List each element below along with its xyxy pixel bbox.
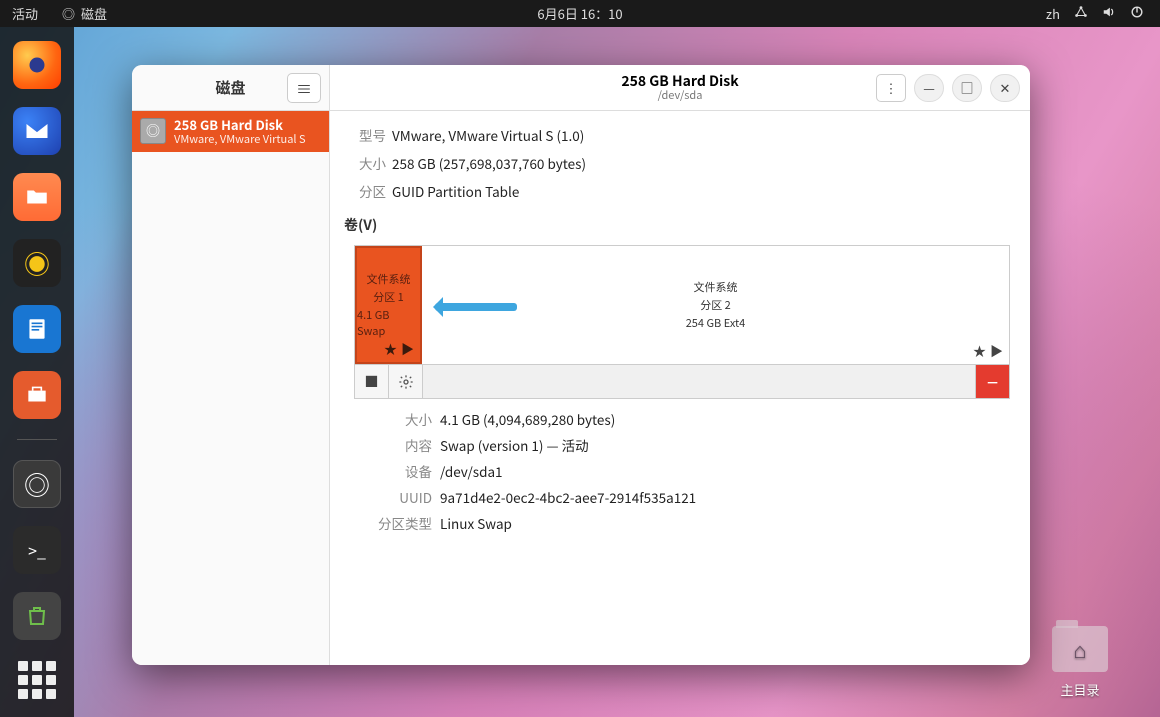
clock[interactable]: 6月6日 16：10 <box>537 4 622 23</box>
star-icon: ★ <box>973 341 986 360</box>
network-icon[interactable] <box>1074 4 1088 23</box>
dock: ◉ ◎ >_ <box>0 27 74 717</box>
vol-swap-l1: 文件系统 <box>367 271 411 287</box>
dock-firefox[interactable] <box>13 41 61 89</box>
main-header: 258 GB Hard Disk /dev/sda ⋮ — □ ✕ <box>330 65 1030 111</box>
toolbar-spacer <box>423 365 975 398</box>
size-label: 大小 <box>342 153 386 173</box>
dock-thunderbird[interactable] <box>13 107 61 155</box>
vol-ext4-l1: 文件系统 <box>694 279 738 295</box>
model-value: VMware, VMware Virtual S (1.0) <box>392 125 1010 145</box>
disk-item-name: 258 GB Hard Disk <box>174 117 306 133</box>
model-label: 型号 <box>342 125 386 145</box>
sidebar-disk-item[interactable]: ◎ 258 GB Hard Disk VMware, VMware Virtua… <box>132 111 329 152</box>
detail-content-value: Swap (version 1) — 活动 <box>440 435 1010 455</box>
sidebar-header: 磁盘 ≡ <box>132 65 329 111</box>
hamburger-menu-button[interactable]: ≡ <box>287 73 321 103</box>
disks-window: 磁盘 ≡ ◎ 258 GB Hard Disk VMware, VMware V… <box>132 65 1030 665</box>
volume-settings-button[interactable] <box>389 365 423 398</box>
star-icon: ★ <box>384 339 397 358</box>
top-bar: 活动 ◎ 磁盘 6月6日 16：10 zh <box>0 0 1160 27</box>
detail-size-label: 大小 <box>354 409 432 429</box>
header-subtitle: /dev/sda <box>621 89 738 102</box>
maximize-button[interactable]: □ <box>952 74 982 102</box>
detail-content-label: 内容 <box>354 435 432 455</box>
disk-icon: ◎ <box>62 4 75 23</box>
detail-size-value: 4.1 GB (4,094,689,280 bytes) <box>440 409 1010 429</box>
drive-info: 型号 VMware, VMware Virtual S (1.0) 大小 258… <box>342 125 1010 201</box>
folder-icon: ⌂ <box>1052 626 1108 672</box>
input-method[interactable]: zh <box>1046 4 1060 23</box>
power-icon[interactable] <box>1130 4 1144 23</box>
size-value: 258 GB (257,698,037,760 bytes) <box>392 153 1010 173</box>
dock-rhythmbox[interactable]: ◉ <box>13 239 61 287</box>
dock-libreoffice-writer[interactable] <box>13 305 61 353</box>
dock-separator <box>17 439 57 440</box>
partitioning-value: GUID Partition Table <box>392 181 1010 201</box>
detail-type-value: Linux Swap <box>440 513 1010 533</box>
vol-ext4-l3: 254 GB Ext4 <box>686 315 746 331</box>
volumes-box: 文件系统 分区 1 4.1 GB Swap ★▶ 文件系统 分区 2 254 G… <box>354 245 1010 399</box>
app-menu-label: 磁盘 <box>81 4 107 23</box>
volume-toolbar: ■ − <box>355 364 1009 398</box>
dock-terminal[interactable]: >_ <box>13 526 61 574</box>
vol-swap-l3: 4.1 GB Swap <box>357 307 420 339</box>
dock-disks[interactable]: ◎ <box>13 460 61 508</box>
vol-ext4-l2: 分区 2 <box>700 297 731 313</box>
minimize-button[interactable]: — <box>914 74 944 102</box>
system-tray: zh <box>1046 4 1160 23</box>
detail-type-label: 分区类型 <box>354 513 432 533</box>
play-icon: ▶ <box>401 339 414 358</box>
volume-icon[interactable] <box>1102 4 1116 23</box>
detail-uuid-label: UUID <box>354 487 432 507</box>
detail-device-label: 设备 <box>354 461 432 481</box>
play-icon: ▶ <box>990 341 1003 360</box>
volume-detail: 大小 4.1 GB (4,094,689,280 bytes) 内容 Swap … <box>354 409 1010 533</box>
main-content: 型号 VMware, VMware Virtual S (1.0) 大小 258… <box>330 111 1030 665</box>
dock-trash[interactable] <box>13 592 61 640</box>
annotation-arrow <box>435 303 517 311</box>
partitioning-label: 分区 <box>342 181 386 201</box>
disks-sidebar: 磁盘 ≡ ◎ 258 GB Hard Disk VMware, VMware V… <box>132 65 330 665</box>
vol-swap-l2: 分区 1 <box>373 289 404 305</box>
detail-uuid-value: 9a71d4e2-0ec2-4bc2-aee7-2914f535a121 <box>440 487 1010 507</box>
unmount-button[interactable]: ■ <box>355 365 389 398</box>
disk-item-sub: VMware, VMware Virtual S <box>174 133 306 146</box>
delete-partition-button[interactable]: − <box>975 365 1009 398</box>
volumes-section-title: 卷(V) <box>344 215 1010 235</box>
desktop-home-label: 主目录 <box>1040 680 1120 699</box>
volume-swap-partition[interactable]: 文件系统 分区 1 4.1 GB Swap ★▶ <box>355 246 422 364</box>
close-button[interactable]: ✕ <box>990 74 1020 102</box>
main-panel: 258 GB Hard Disk /dev/sda ⋮ — □ ✕ 型号 VMw… <box>330 65 1030 665</box>
desktop-home-folder[interactable]: ⌂ 主目录 <box>1040 626 1120 699</box>
drive-menu-button[interactable]: ⋮ <box>876 74 906 102</box>
activities-button[interactable]: 活动 <box>0 4 50 23</box>
app-menu[interactable]: ◎ 磁盘 <box>50 4 119 23</box>
sidebar-title: 磁盘 <box>215 77 245 98</box>
dock-ubuntu-software[interactable] <box>13 371 61 419</box>
dock-files[interactable] <box>13 173 61 221</box>
detail-device-value: /dev/sda1 <box>440 461 1010 481</box>
dock-show-apps[interactable] <box>18 661 56 699</box>
hard-disk-icon: ◎ <box>140 118 166 144</box>
home-icon: ⌂ <box>1073 633 1086 665</box>
